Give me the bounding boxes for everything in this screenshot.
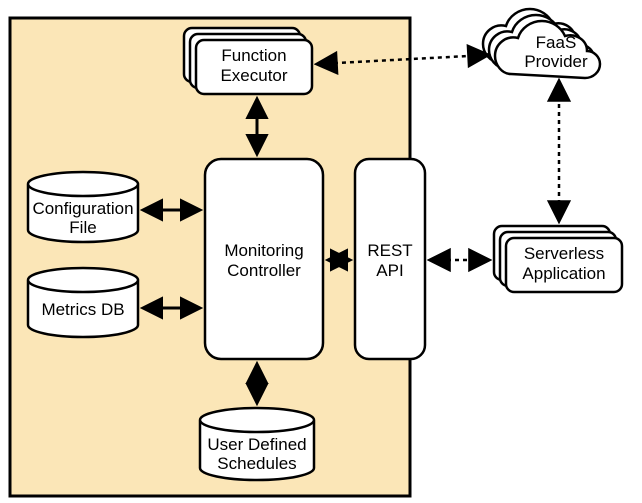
svg-text:Application: Application — [522, 264, 605, 283]
faas-provider-node: FaaS Provider — [483, 9, 600, 78]
monitoring-controller-node: Monitoring Controller — [205, 159, 323, 359]
svg-text:User Defined: User Defined — [207, 435, 306, 454]
user-defined-schedules-node: User Defined Schedules — [200, 408, 314, 480]
svg-text:File: File — [69, 218, 96, 237]
svg-text:API: API — [376, 261, 403, 280]
svg-text:Executor: Executor — [220, 66, 287, 85]
svg-text:Function: Function — [221, 46, 286, 65]
user-defined-schedules-label-2: Schedules — [217, 454, 296, 473]
configuration-file-node: Configuration File — [28, 172, 138, 242]
serverless-application-label-2: Application — [522, 264, 605, 283]
svg-text:Monitoring: Monitoring — [224, 241, 303, 260]
svg-text:Metrics DB: Metrics DB — [41, 300, 124, 319]
svg-text:Configuration: Configuration — [32, 199, 133, 218]
svg-text:Schedules: Schedules — [217, 454, 296, 473]
configuration-file-label-2: File — [69, 218, 96, 237]
monitoring-controller-label-1: Monitoring — [224, 241, 303, 260]
serverless-application-node: Serverless Application — [494, 226, 622, 292]
rest-api-label-2: API — [376, 261, 403, 280]
faas-provider-label-2: Provider — [524, 52, 588, 71]
rest-api-label-1: REST — [367, 241, 412, 260]
svg-text:Serverless: Serverless — [524, 244, 604, 263]
svg-text:FaaS: FaaS — [536, 33, 577, 52]
function-executor-label-2: Executor — [220, 66, 287, 85]
rest-api-node: REST API — [355, 159, 425, 359]
faas-provider-label-1: FaaS — [536, 33, 577, 52]
serverless-application-label-1: Serverless — [524, 244, 604, 263]
metrics-db-label: Metrics DB — [41, 300, 124, 319]
monitoring-controller-label-2: Controller — [227, 261, 301, 280]
svg-text:Controller: Controller — [227, 261, 301, 280]
metrics-db-node: Metrics DB — [28, 268, 138, 337]
svg-text:Provider: Provider — [524, 52, 588, 71]
configuration-file-label-1: Configuration — [32, 199, 133, 218]
user-defined-schedules-label-1: User Defined — [207, 435, 306, 454]
svg-text:REST: REST — [367, 241, 412, 260]
function-executor-node: Function Executor — [184, 28, 312, 94]
function-executor-label-1: Function — [221, 46, 286, 65]
